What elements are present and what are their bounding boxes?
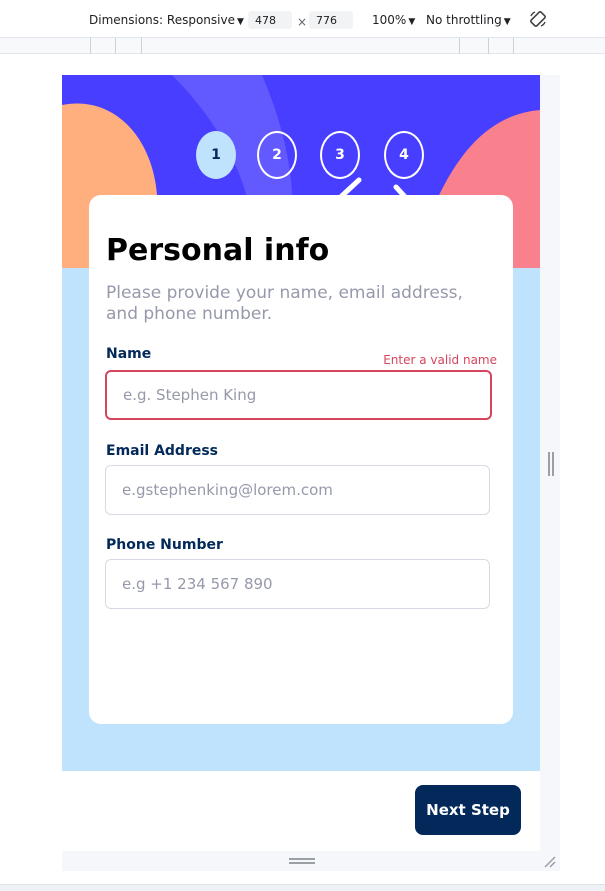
page-title: Personal info xyxy=(106,233,330,268)
dimensions-label: Dimensions: Responsive xyxy=(89,13,235,27)
step-3[interactable]: 3 xyxy=(320,131,360,179)
rotate-icon[interactable] xyxy=(529,10,547,28)
dimensions-dropdown[interactable]: Dimensions: Responsive ▼ xyxy=(89,13,244,27)
page-subtitle: Please provide your name, email address,… xyxy=(106,283,463,324)
devtools-bottom-strip xyxy=(0,884,605,891)
height-input[interactable]: 776 xyxy=(309,11,353,29)
name-label: Name xyxy=(106,346,152,362)
step-1[interactable]: 1 xyxy=(196,131,236,179)
name-input[interactable]: e.g. Stephen King xyxy=(105,370,492,420)
name-error-message: Enter a valid name xyxy=(383,353,497,367)
resize-handle-bottom[interactable] xyxy=(289,858,315,864)
chevron-down-icon: ▼ xyxy=(408,17,416,27)
chevron-down-icon: ▼ xyxy=(236,17,244,27)
resize-corner-icon[interactable] xyxy=(543,855,556,868)
phone-label: Phone Number xyxy=(106,537,223,553)
chevron-down-icon: ▼ xyxy=(503,17,511,27)
emulated-page: 1 2 3 4 Personal info Please provide you… xyxy=(62,75,540,851)
width-input[interactable]: 478 xyxy=(248,11,292,29)
zoom-label: 100% xyxy=(372,13,407,27)
phone-input[interactable]: e.g +1 234 567 890 xyxy=(105,559,490,609)
devtools-device-toolbar: Dimensions: Responsive ▼ 478 × 776 100% ▼ … xyxy=(0,0,605,38)
dimension-separator: × xyxy=(297,15,308,29)
throttling-label: No throttling xyxy=(426,13,502,27)
email-label: Email Address xyxy=(106,443,219,459)
media-query-ruler xyxy=(0,38,605,54)
step-indicator: 1 2 3 4 xyxy=(196,131,426,179)
next-step-button[interactable]: Next Step xyxy=(415,785,521,835)
step-2[interactable]: 2 xyxy=(257,131,297,179)
form-footer: Next Step xyxy=(62,771,540,851)
email-input[interactable]: e.gstephenking@lorem.com xyxy=(105,465,490,515)
zoom-dropdown[interactable]: 100% ▼ xyxy=(372,13,415,27)
resize-handle-right[interactable] xyxy=(548,452,554,476)
form-card: Personal info Please provide your name, … xyxy=(89,195,513,724)
step-4[interactable]: 4 xyxy=(384,131,424,179)
throttling-dropdown[interactable]: No throttling ▼ xyxy=(426,13,511,27)
